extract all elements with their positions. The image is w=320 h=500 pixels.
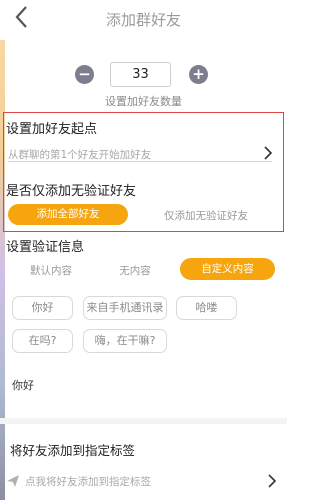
verify-message-text[interactable]: 你好	[12, 377, 34, 393]
no-content-option[interactable]: 无内容	[108, 263, 162, 278]
preset-message-tag[interactable]: 嗨，在干嘛?	[83, 329, 167, 353]
label-section-title: 将好友添加到指定标签	[10, 443, 136, 458]
preset-message-tag[interactable]: 在吗?	[12, 329, 73, 353]
default-content-option[interactable]: 默认内容	[16, 263, 86, 278]
section-divider	[0, 418, 287, 424]
custom-content-option[interactable]: 自定义内容	[180, 258, 275, 280]
label-field[interactable]: 点我将好友添加到指定标签	[25, 474, 151, 489]
increase-count-button[interactable]: +	[189, 65, 208, 84]
verify-info-title: 设置验证信息	[6, 240, 85, 255]
page-title: 添加群好友	[105, 11, 181, 29]
start-point-title: 设置加好友起点	[6, 122, 98, 137]
send-icon	[7, 475, 19, 487]
chevron-right-icon[interactable]	[262, 146, 274, 160]
background-strip	[0, 40, 5, 500]
start-point-field[interactable]: 从群聊的第1个好友开始加好友	[8, 147, 151, 162]
header-bar: 添加群好友	[0, 0, 287, 38]
start-point-underline	[8, 161, 272, 162]
preset-message-tag[interactable]: 你好	[12, 296, 73, 320]
decrease-count-button[interactable]: −	[75, 65, 94, 84]
preset-message-tag[interactable]: 来自手机通讯录	[83, 296, 167, 320]
add-unverified-only-button[interactable]: 仅添加无验证好友	[146, 208, 266, 223]
verify-filter-title: 是否仅添加无验证好友	[6, 184, 137, 199]
add-all-friends-button[interactable]: 添加全部好友	[8, 204, 128, 225]
count-caption: 设置加好友数量	[105, 95, 182, 108]
chevron-right-icon[interactable]	[266, 474, 278, 488]
preset-message-tag[interactable]: 哈喽	[176, 296, 237, 320]
friend-count-input[interactable]: 33	[110, 62, 171, 87]
